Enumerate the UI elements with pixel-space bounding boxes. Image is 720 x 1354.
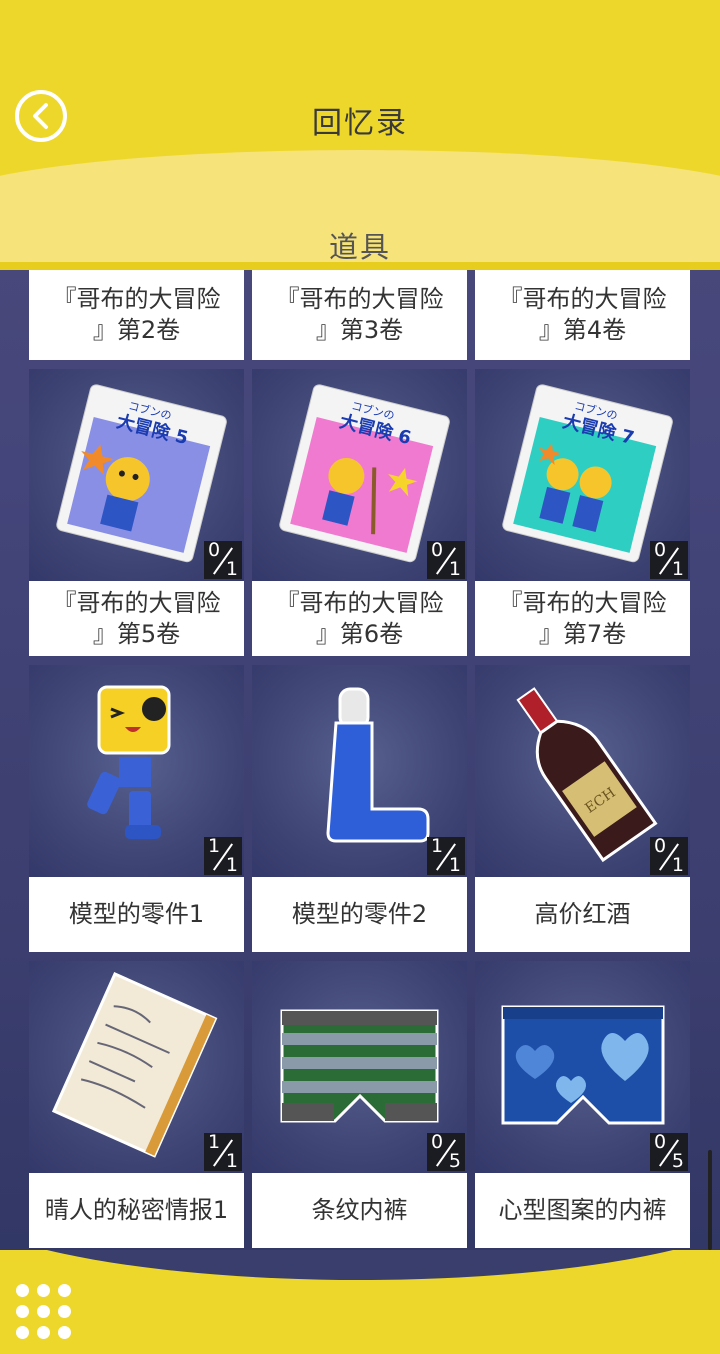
dot [58,1305,71,1318]
dot [16,1284,29,1297]
model-part-2-image: 11 [252,665,467,877]
item-count-badge: 01 [427,540,465,579]
item-card-book3[interactable]: 『哥布的大冒险 』第3卷 [252,270,467,360]
item-count-badge: 01 [650,540,688,579]
comic-book-6-image: コブンの 大冒険 6 01 [252,369,467,581]
dot [37,1305,50,1318]
striped-underwear-image: 05 [252,961,467,1173]
item-label: 『哥布的大冒险 』第3卷 [252,270,467,360]
item-count-badge: 05 [650,1132,688,1171]
item-card-book6[interactable]: コブンの 大冒険 6 01 『哥布的大冒险 』第6卷 [252,369,467,656]
item-card-book4[interactable]: 『哥布的大冒险 』第4卷 [475,270,690,360]
item-card-notes[interactable]: 11 晴人的秘密情报1 [29,961,244,1248]
wine-bottle-image: ECH 01 [475,665,690,877]
comic-book-5-image: コブンの 大冒険 5 01 [29,369,244,581]
item-label: 模型的零件2 [252,877,467,952]
footer-bar [0,1250,720,1354]
footer-wave [0,1250,720,1280]
item-label: 条纹内裤 [252,1173,467,1248]
dot [16,1305,29,1318]
section-title: 道具 [328,230,391,264]
dot [37,1326,50,1339]
dot [58,1284,71,1297]
dot [16,1326,29,1339]
item-count-badge: 01 [204,540,242,579]
dot [58,1326,71,1339]
item-card-wine[interactable]: ECH 01 高价红酒 [475,665,690,952]
item-count-badge: 11 [427,836,465,875]
item-card-part1[interactable]: 11 模型的零件1 [29,665,244,952]
item-card-book2[interactable]: 『哥布的大冒险 』第2卷 [29,270,244,360]
item-card-stripes[interactable]: 05 条纹内裤 [252,961,467,1248]
menu-grid-button[interactable] [16,1284,72,1340]
item-label: 心型图案的内裤 [475,1173,690,1248]
item-count-badge: 11 [204,836,242,875]
comic-book-7-image: コブンの 大冒険 7 01 [475,369,690,581]
item-card-book7[interactable]: コブンの 大冒険 7 01 『哥布的大冒险 』第7卷 [475,369,690,656]
page-title: 回忆录 [312,106,408,141]
item-card-book5[interactable]: コブンの 大冒険 5 01 『哥布的大冒险 』第5卷 [29,369,244,656]
secret-notes-image: 11 [29,961,244,1173]
model-part-1-image: 11 [29,665,244,877]
item-label: 模型的零件1 [29,877,244,952]
item-card-hearts[interactable]: 05 心型图案的内裤 [475,961,690,1248]
item-label: 『哥布的大冒险 』第4卷 [475,270,690,360]
item-label: 『哥布的大冒险 』第6卷 [252,581,467,656]
item-card-part2[interactable]: 11 模型的零件2 [252,665,467,952]
heart-underwear-image: 05 [475,961,690,1173]
item-label: 『哥布的大冒险 』第7卷 [475,581,690,656]
item-label: 晴人的秘密情报1 [29,1173,244,1248]
item-count-badge: 01 [650,836,688,875]
item-label: 『哥布的大冒险 』第2卷 [29,270,244,360]
item-count-badge: 11 [204,1132,242,1171]
scrollbar[interactable] [708,1150,712,1250]
item-count-badge: 05 [427,1132,465,1171]
item-grid[interactable]: 『哥布的大冒险 』第2卷 『哥布的大冒险 』第3卷 『哥布的大冒险 』第4卷 コブンの… [0,270,720,1260]
item-label: 高价红酒 [475,877,690,952]
item-label: 『哥布的大冒险 』第5卷 [29,581,244,656]
dot [37,1284,50,1297]
